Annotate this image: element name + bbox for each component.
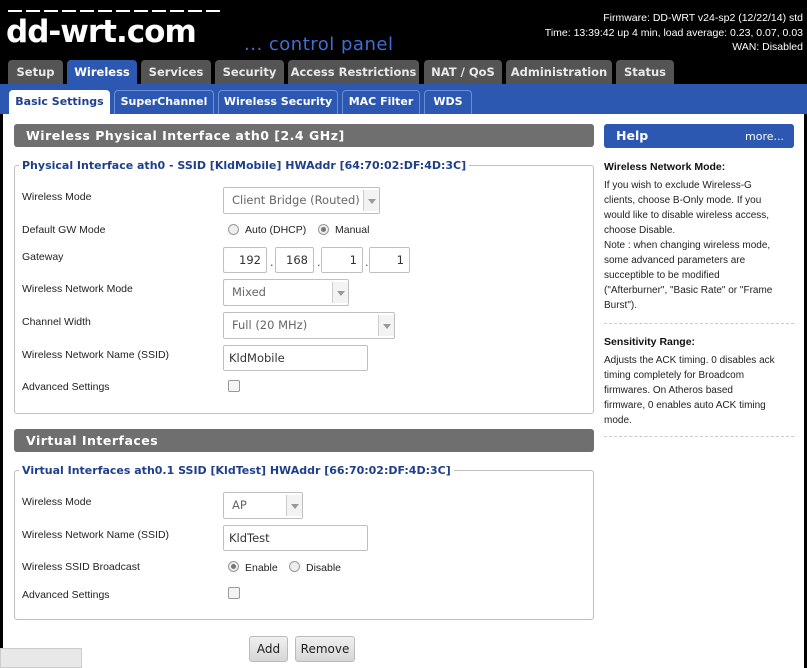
remove-button[interactable]: Remove	[295, 636, 355, 662]
tab-setup[interactable]: Setup	[8, 60, 63, 84]
vif-advanced-settings-label: Advanced Settings	[22, 589, 110, 601]
sub-tab-bar: Basic Settings SuperChannel Wireless Sec…	[0, 84, 807, 114]
system-info: Firmware: DD-WRT v24-sp2 (12/22/14) std …	[545, 11, 803, 55]
channel-width-label: Channel Width	[22, 316, 91, 328]
help-mode-text: If you wish to exclude Wireless-G client…	[604, 180, 773, 311]
help-more-link[interactable]: more...	[745, 130, 784, 143]
logo: dd-wrt.com	[6, 14, 197, 50]
tab-status[interactable]: Status	[616, 60, 674, 84]
gateway-octet-3[interactable]: 1	[321, 247, 363, 273]
chevron-down-icon	[286, 495, 302, 516]
vif-wireless-mode-label: Wireless Mode	[22, 496, 92, 508]
logo-dashes	[8, 10, 220, 12]
section-physical-interface: Wireless Physical Interface ath0 [2.4 GH…	[14, 124, 594, 147]
gateway-octet-4[interactable]: 1	[369, 247, 410, 273]
subtab-wireless-security[interactable]: Wireless Security	[218, 90, 338, 114]
gw-manual-label: Manual	[335, 224, 370, 236]
help-sensitivity-heading: Sensitivity Range:	[604, 336, 696, 348]
physical-interface-legend: Physical Interface ath0 - SSID [KldMobil…	[22, 159, 467, 172]
uptime: Time: 13:39:42 up 4 min, load average: 0…	[544, 26, 803, 39]
tab-wireless[interactable]: Wireless	[67, 60, 137, 84]
ssid-label: Wireless Network Name (SSID)	[22, 349, 170, 361]
help-bar: Help more...	[604, 124, 794, 148]
help-title: Help	[616, 128, 649, 143]
vif-broadcast-disable-radio[interactable]	[289, 561, 300, 572]
help-divider	[604, 436, 794, 437]
tab-nat-qos[interactable]: NAT / QoS	[424, 60, 502, 84]
ssid-input[interactable]: KldMobile	[223, 345, 368, 371]
vif-broadcast-enable-label: Enable	[245, 562, 278, 574]
network-mode-select[interactable]: Mixed	[223, 279, 349, 306]
gateway-octet-2[interactable]: 168	[275, 247, 314, 273]
firmware-version: Firmware: DD-WRT v24-sp2 (12/22/14) std	[603, 12, 803, 24]
vif-ssid-label: Wireless Network Name (SSID)	[22, 529, 170, 541]
tab-administration[interactable]: Administration	[506, 60, 612, 84]
advanced-settings-checkbox[interactable]	[228, 380, 240, 392]
header: dd-wrt.com ... control panel Firmware: D…	[0, 0, 807, 60]
content-area: Wireless Physical Interface ath0 [2.4 GH…	[3, 114, 804, 668]
gateway-label: Gateway	[22, 251, 64, 263]
vif-advanced-settings-checkbox[interactable]	[228, 587, 240, 599]
gw-auto-label: Auto (DHCP)	[245, 224, 307, 236]
tab-security[interactable]: Security	[215, 60, 284, 84]
vif-broadcast-label: Wireless SSID Broadcast	[22, 561, 140, 573]
help-mode-heading: Wireless Network Mode:	[604, 161, 726, 173]
network-mode-label: Wireless Network Mode	[22, 283, 133, 295]
gateway-octet-1[interactable]: 192	[223, 247, 267, 273]
tab-services[interactable]: Services	[141, 60, 211, 84]
wan-status: WAN: Disabled	[732, 41, 803, 53]
subtab-superchannel[interactable]: SuperChannel	[114, 90, 214, 114]
channel-width-select[interactable]: Full (20 MHz)	[223, 312, 395, 339]
subtab-mac-filter[interactable]: MAC Filter	[342, 90, 420, 114]
vif-broadcast-enable-radio[interactable]	[228, 561, 239, 572]
horizontal-scrollbar[interactable]	[0, 648, 82, 668]
advanced-settings-label: Advanced Settings	[22, 381, 110, 393]
gw-auto-radio[interactable]	[228, 224, 239, 235]
vif-wireless-mode-value: AP	[232, 498, 247, 512]
chevron-down-icon	[378, 315, 394, 336]
gw-manual-radio[interactable]	[318, 224, 329, 235]
vif-ssid-input[interactable]: KldTest	[223, 525, 368, 551]
subtab-basic-settings[interactable]: Basic Settings	[9, 90, 110, 114]
vif-wireless-mode-select[interactable]: AP	[223, 492, 303, 519]
section-virtual-interfaces: Virtual Interfaces	[14, 429, 594, 452]
main-tabs: Setup Wireless Services Security Access …	[0, 60, 807, 84]
chevron-down-icon	[363, 190, 379, 211]
help-divider	[604, 323, 794, 324]
network-mode-value: Mixed	[232, 285, 266, 299]
help-sensitivity-text: Adjusts the ACK timing. 0 disables ack t…	[604, 355, 775, 426]
wireless-mode-label: Wireless Mode	[22, 191, 92, 203]
tab-access-restrictions[interactable]: Access Restrictions	[288, 60, 419, 84]
vif-broadcast-disable-label: Disable	[306, 562, 342, 574]
add-button[interactable]: Add	[249, 636, 288, 662]
virtual-interface-legend: Virtual Interfaces ath0.1 SSID [KldTest]…	[22, 464, 451, 477]
subtab-wds[interactable]: WDS	[424, 90, 472, 114]
gw-mode-label: Default GW Mode	[22, 224, 106, 236]
channel-width-value: Full (20 MHz)	[232, 318, 308, 332]
chevron-down-icon	[332, 282, 348, 303]
control-panel-tagline: ... control panel	[244, 34, 394, 55]
wireless-mode-select[interactable]: Client Bridge (Routed)	[223, 187, 380, 214]
wireless-mode-value: Client Bridge (Routed)	[232, 193, 360, 207]
